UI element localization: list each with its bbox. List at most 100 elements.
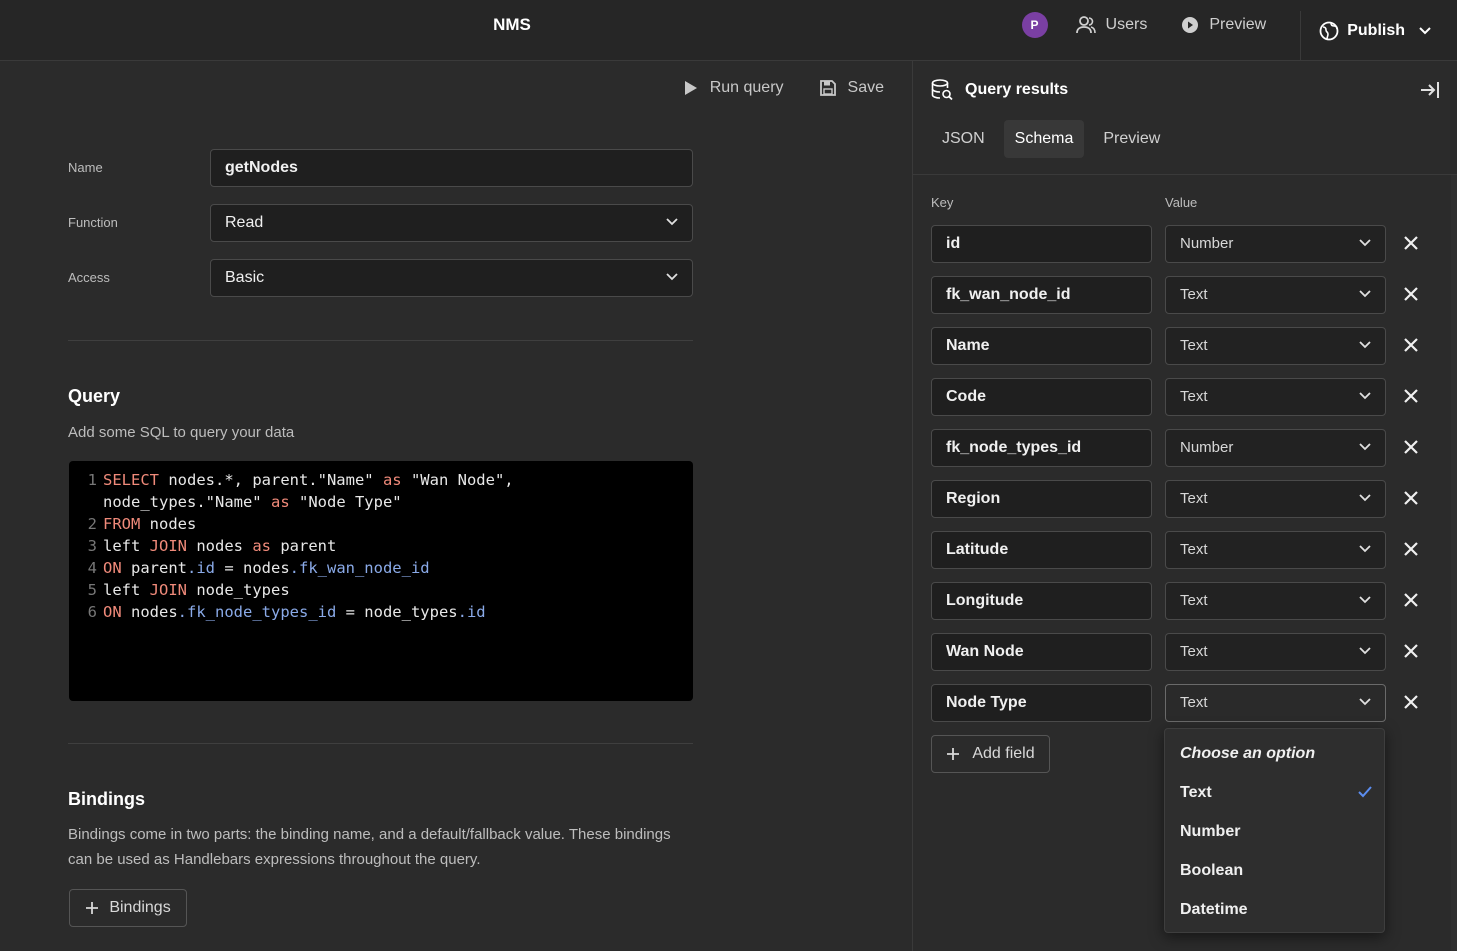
- run-query-button[interactable]: Run query: [684, 79, 784, 97]
- chevron-down-icon: [1359, 290, 1371, 298]
- add-bindings-button[interactable]: Bindings: [69, 889, 187, 927]
- tab-schema[interactable]: Schema: [1003, 120, 1085, 158]
- remove-field-button[interactable]: [1403, 235, 1419, 256]
- check-icon: [1358, 786, 1372, 798]
- code-line: 2 FROM nodes: [87, 515, 197, 533]
- run-query-label: Run query: [709, 79, 784, 96]
- plus-icon: [947, 748, 960, 760]
- field-type-select[interactable]: Text: [1165, 327, 1386, 365]
- remove-field-button[interactable]: [1403, 694, 1419, 715]
- field-type-value: Text: [1180, 541, 1208, 558]
- database-search-icon: [931, 79, 953, 101]
- close-icon: [1404, 542, 1418, 556]
- collapse-panel-icon[interactable]: [1420, 81, 1440, 104]
- field-type-value: Text: [1180, 286, 1208, 303]
- remove-field-button[interactable]: [1403, 337, 1419, 358]
- name-field-row: Name getNodes: [68, 149, 693, 187]
- remove-field-button[interactable]: [1403, 439, 1419, 460]
- users-label: Users: [1105, 16, 1148, 33]
- play-icon: [684, 81, 697, 95]
- field-key-input[interactable]: fk_node_types_id: [931, 429, 1152, 467]
- key-column-header: Key: [931, 195, 954, 210]
- add-field-button[interactable]: Add field: [931, 735, 1050, 773]
- close-icon: [1404, 287, 1418, 301]
- field-key-input[interactable]: Code: [931, 378, 1152, 416]
- dropdown-option-number[interactable]: Number: [1165, 813, 1384, 852]
- access-label: Access: [68, 270, 110, 285]
- code-line: 6 ON nodes.fk_node_types_id = node_types.…: [87, 603, 486, 621]
- remove-field-button[interactable]: [1403, 643, 1419, 664]
- field-type-select[interactable]: Number: [1165, 429, 1386, 467]
- field-type-select[interactable]: Text: [1165, 531, 1386, 569]
- code-line: 4 ON parent.id = nodes.fk_wan_node_id: [87, 559, 430, 577]
- field-type-select[interactable]: Text: [1165, 480, 1386, 518]
- divider: [68, 743, 693, 744]
- option-label: Text: [1180, 784, 1212, 801]
- field-type-select[interactable]: Text: [1165, 582, 1386, 620]
- schema-row: Region Text: [931, 480, 1431, 518]
- chevron-down-icon: [666, 273, 678, 281]
- chevron-down-icon: [1359, 647, 1371, 655]
- field-type-value: Number: [1180, 235, 1234, 252]
- field-type-value: Text: [1180, 490, 1208, 507]
- close-icon: [1404, 695, 1418, 709]
- remove-field-button[interactable]: [1403, 490, 1419, 511]
- function-select[interactable]: Read: [210, 204, 693, 242]
- sql-editor[interactable]: 1 SELECT nodes.*, parent."Name" as "Wan N…: [69, 461, 693, 701]
- query-section-title: Query: [68, 386, 121, 406]
- remove-field-button[interactable]: [1403, 592, 1419, 613]
- field-type-select[interactable]: Number: [1165, 225, 1386, 263]
- field-key-input[interactable]: Region: [931, 480, 1152, 518]
- chevron-down-icon: [1359, 341, 1371, 349]
- dropdown-option-text[interactable]: Text: [1165, 774, 1384, 813]
- preview-label: Preview: [1209, 16, 1267, 33]
- close-icon: [1404, 236, 1418, 250]
- chevron-down-icon: [1359, 443, 1371, 451]
- field-type-select[interactable]: Text: [1165, 633, 1386, 671]
- results-title-label: Query results: [965, 81, 1069, 98]
- field-type-select[interactable]: Text: [1165, 276, 1386, 314]
- bindings-section-title: Bindings: [68, 789, 145, 809]
- remove-field-button[interactable]: [1403, 286, 1419, 307]
- chevron-down-icon: [1359, 494, 1371, 502]
- field-key-input[interactable]: Longitude: [931, 582, 1152, 620]
- remove-field-button[interactable]: [1403, 541, 1419, 562]
- schema-row: Name Text: [931, 327, 1431, 365]
- field-key-input[interactable]: Name: [931, 327, 1152, 365]
- dropdown-option-boolean[interactable]: Boolean: [1165, 852, 1384, 891]
- remove-field-button[interactable]: [1403, 388, 1419, 409]
- tab-preview[interactable]: Preview: [1092, 120, 1171, 158]
- preview-button[interactable]: Preview: [1181, 16, 1266, 34]
- name-label: Name: [68, 160, 103, 175]
- name-input[interactable]: getNodes: [210, 149, 693, 187]
- chevron-down-icon: [1419, 26, 1431, 34]
- field-type-select[interactable]: Text: [1165, 378, 1386, 416]
- save-icon: [819, 80, 836, 96]
- save-button[interactable]: Save: [819, 79, 884, 97]
- divider: [68, 340, 693, 341]
- add-field-label: Add field: [972, 745, 1035, 762]
- schema-row: Latitude Text: [931, 531, 1431, 569]
- field-type-select[interactable]: Text: [1165, 684, 1386, 722]
- avatar[interactable]: P: [1021, 12, 1048, 38]
- field-key-input[interactable]: Latitude: [931, 531, 1152, 569]
- schema-row: Longitude Text: [931, 582, 1431, 620]
- query-section-description: Add some SQL to query your data: [68, 424, 295, 441]
- users-button[interactable]: Users: [1075, 16, 1148, 34]
- field-key-input[interactable]: fk_wan_node_id: [931, 276, 1152, 314]
- access-select[interactable]: Basic: [210, 259, 693, 297]
- close-icon: [1404, 644, 1418, 658]
- chevron-down-icon: [1359, 392, 1371, 400]
- tab-json[interactable]: JSON: [931, 120, 996, 158]
- dropdown-option-datetime[interactable]: Datetime: [1165, 891, 1384, 930]
- app-title: NMS: [493, 15, 531, 34]
- field-type-value: Text: [1180, 592, 1208, 609]
- field-key-input[interactable]: id: [931, 225, 1152, 263]
- field-key-input[interactable]: Wan Node: [931, 633, 1152, 671]
- field-key-input[interactable]: Node Type: [931, 684, 1152, 722]
- dropdown-placeholder: Choose an option: [1180, 745, 1316, 762]
- top-bar: NMS P Users Preview Publish: [0, 0, 1457, 72]
- scrollbar[interactable]: [1451, 175, 1457, 951]
- field-type-value: Number: [1180, 439, 1234, 456]
- schema-row: Code Text: [931, 378, 1431, 416]
